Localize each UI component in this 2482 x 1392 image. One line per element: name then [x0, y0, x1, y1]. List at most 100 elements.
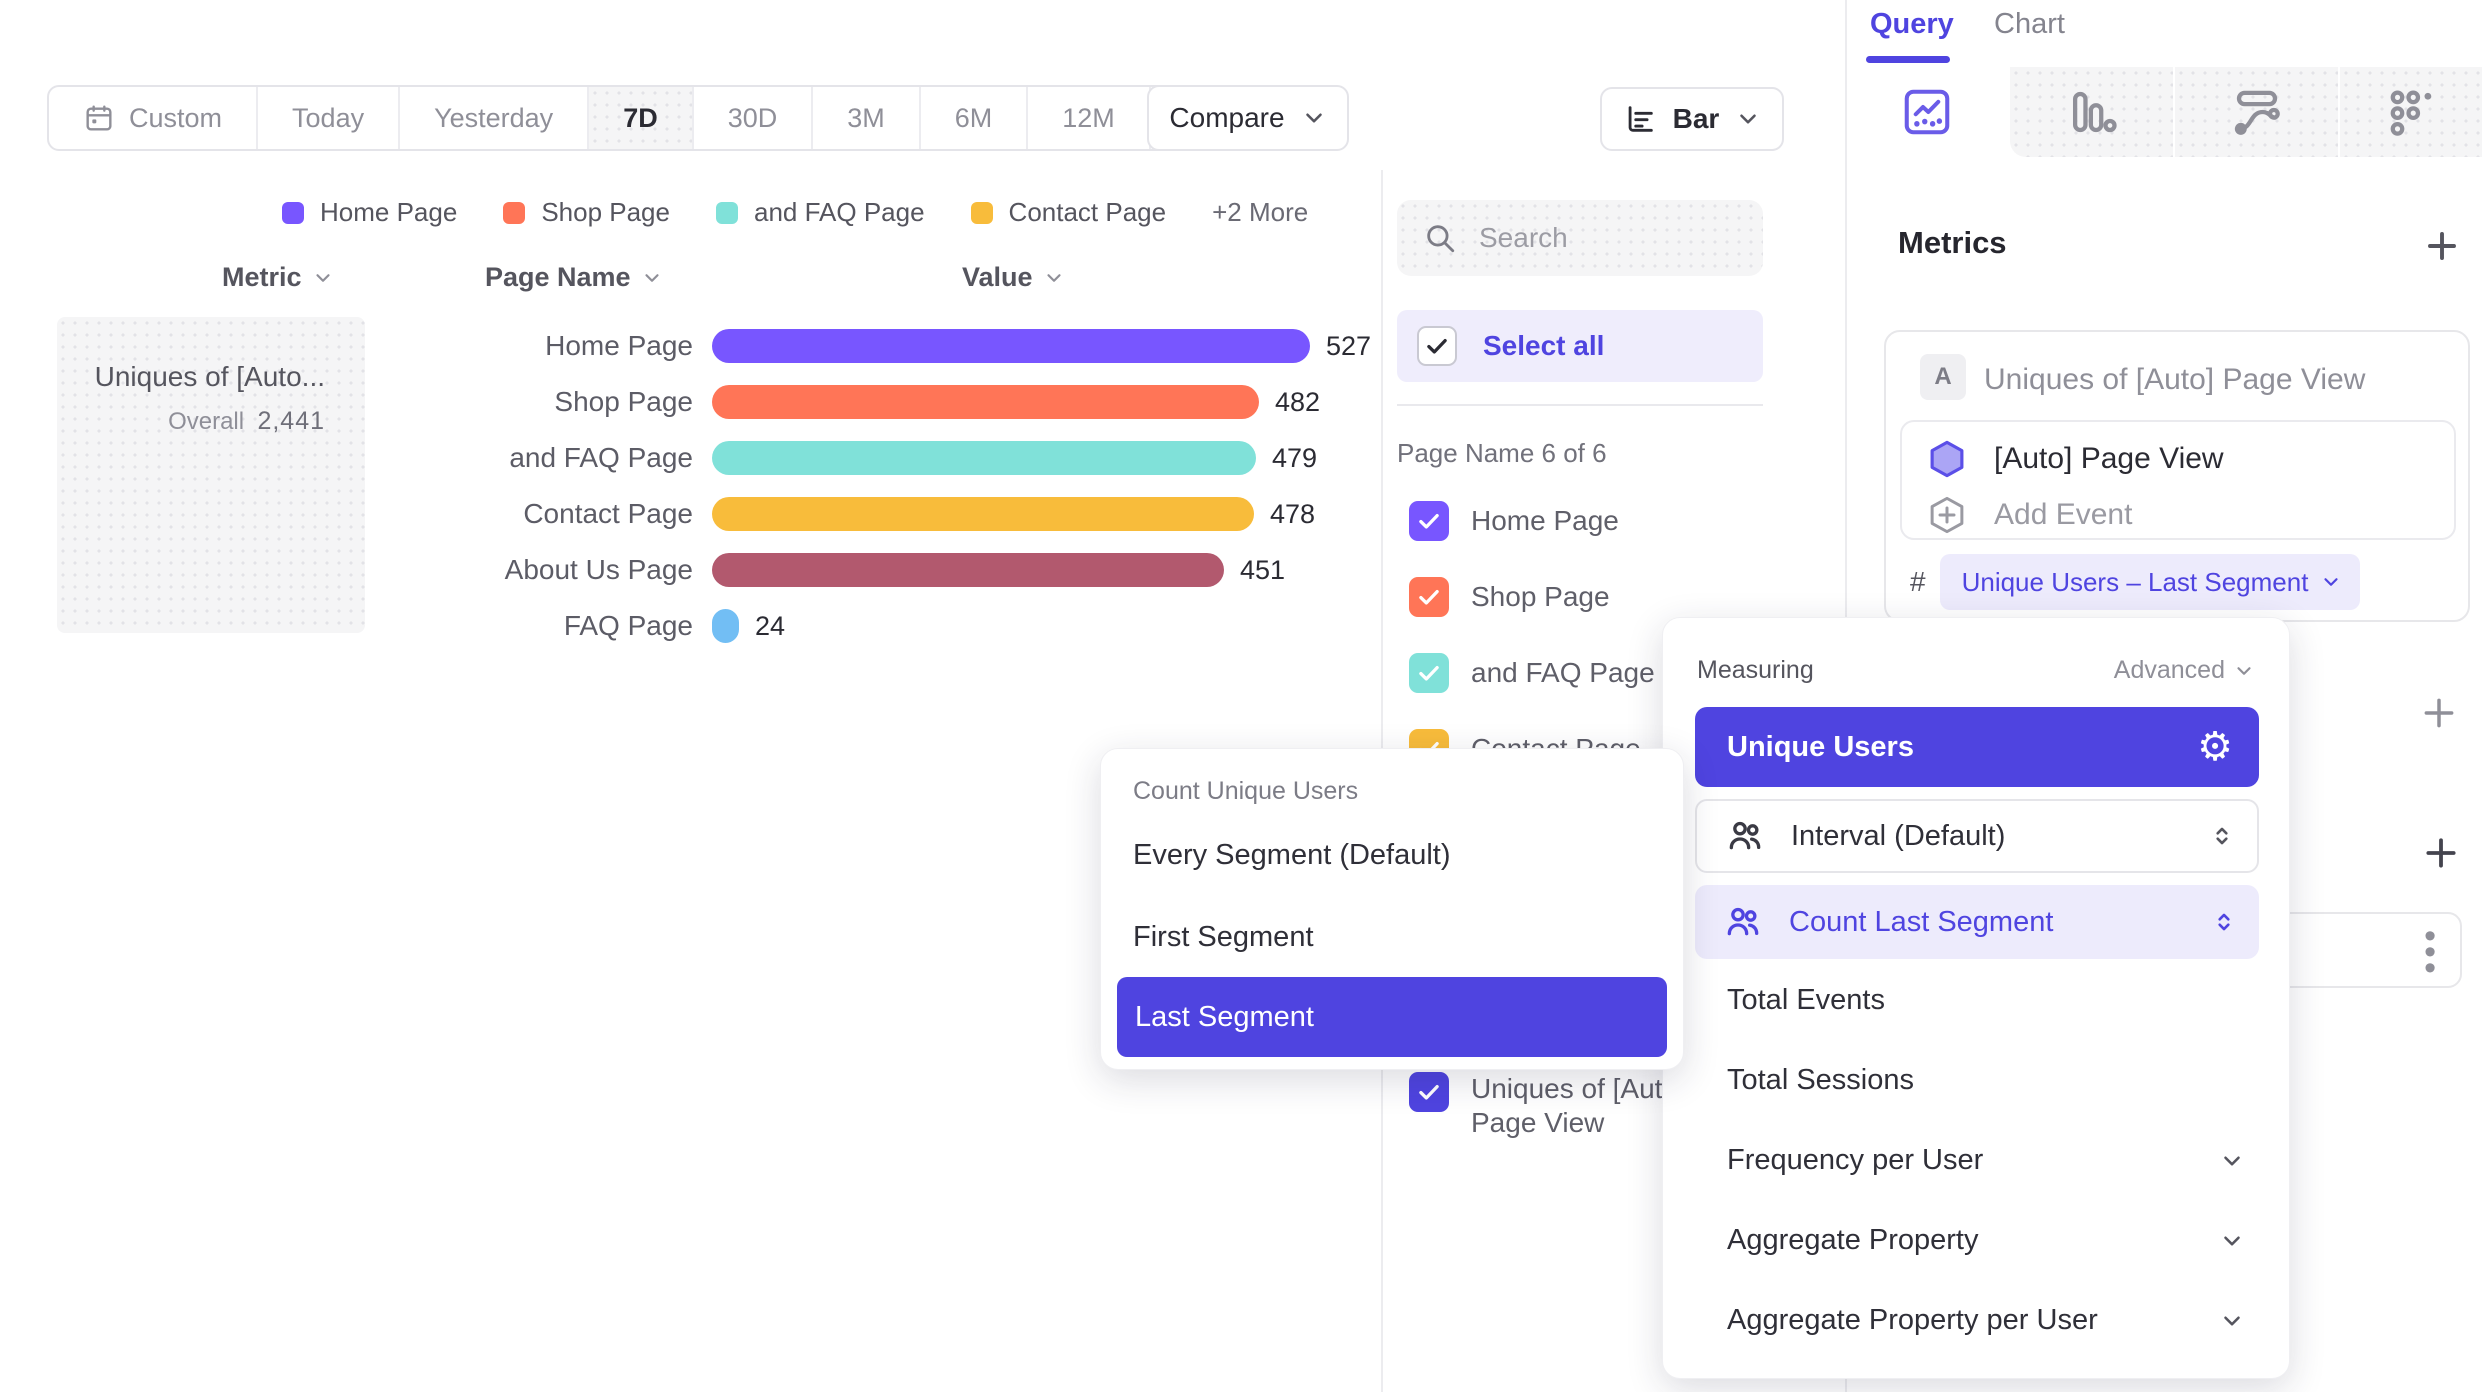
chevron-down-icon — [312, 267, 334, 289]
flows-icon — [2230, 85, 2284, 139]
tab-chart[interactable]: Chart — [1994, 8, 2065, 41]
gear-icon[interactable]: ⚙ — [2197, 727, 2233, 767]
measurement-pill-dropdown[interactable]: Unique Users – Last Segment — [1940, 554, 2361, 610]
menu-option-first-segment[interactable]: First Segment — [1133, 921, 1314, 954]
chart-legend: Home Page Shop Page and FAQ Page Contact… — [282, 197, 1308, 228]
chevron-down-icon — [2219, 1228, 2245, 1254]
option-aggregate-property-per-user[interactable]: Aggregate Property per User — [1727, 1304, 2245, 1337]
legend-item[interactable]: Contact Page — [971, 197, 1167, 228]
option-total-events[interactable]: Total Events — [1727, 984, 1885, 1017]
table-row: Shop Page 482 — [0, 374, 1380, 430]
date-range-7d-selected[interactable]: 7D — [589, 87, 694, 149]
app-window: Custom Today Yesterday 7D 30D 3M 6M 12M … — [0, 0, 2482, 1392]
column-header-value[interactable]: Value — [962, 262, 1065, 293]
unique-users-selected-option[interactable]: Unique Users ⚙ — [1695, 707, 2259, 787]
users-icon — [1725, 816, 1765, 856]
count-unique-users-menu: Count Unique Users Every Segment (Defaul… — [1100, 748, 1684, 1070]
event-hexagon-icon — [1926, 438, 1968, 480]
report-type-funnels[interactable] — [2010, 67, 2173, 157]
measuring-menu: Measuring Advanced Unique Users ⚙ Interv… — [1662, 617, 2290, 1379]
funnel-bars-icon — [2065, 85, 2119, 139]
table-row: About Us Page 451 — [0, 542, 1380, 598]
date-range-3m[interactable]: 3M — [813, 87, 921, 149]
menu-option-last-segment-selected[interactable]: Last Segment — [1117, 977, 1667, 1057]
check-icon — [1424, 333, 1450, 359]
add-metric-button[interactable] — [2424, 228, 2460, 264]
table-row: and FAQ Page 479 — [0, 430, 1380, 486]
option-aggregate-property[interactable]: Aggregate Property — [1727, 1224, 2245, 1257]
insights-line-chart-icon — [1900, 85, 1954, 139]
metric-card-title: Uniques of [Auto] Page View — [1984, 363, 2365, 397]
bar-faq-page[interactable] — [712, 609, 739, 643]
compare-button[interactable]: Compare — [1147, 85, 1349, 151]
date-range-30d[interactable]: 30D — [694, 87, 814, 149]
checkbox-checked[interactable] — [1409, 1072, 1449, 1112]
divider — [1397, 404, 1763, 406]
date-range-segmented-control: Custom Today Yesterday 7D 30D 3M 6M 12M … — [47, 85, 1311, 151]
legend-swatch — [282, 202, 304, 224]
chevron-down-icon — [2320, 571, 2342, 593]
count-last-segment-row[interactable]: Count Last Segment — [1695, 885, 2259, 959]
chevron-down-icon — [1301, 105, 1327, 131]
filter-group-label: Page Name 6 of 6 — [1397, 438, 1607, 469]
metric-card: A Uniques of [Auto] Page View [Auto] Pag… — [1884, 330, 2470, 622]
bar-contact-page[interactable] — [712, 497, 1254, 531]
chevron-down-icon — [2219, 1308, 2245, 1334]
checkbox-checked[interactable] — [1409, 653, 1449, 693]
check-icon — [1416, 584, 1442, 610]
sort-updown-icon — [2209, 823, 2235, 849]
date-range-today[interactable]: Today — [258, 87, 400, 149]
sort-updown-icon — [2211, 909, 2237, 935]
date-range-12m[interactable]: 12M — [1028, 87, 1151, 149]
chevron-down-icon — [1043, 267, 1065, 289]
metric-letter-badge: A — [1920, 354, 1966, 400]
legend-item[interactable]: and FAQ Page — [716, 197, 925, 228]
kebab-menu-icon[interactable]: ••• — [2424, 928, 2436, 976]
legend-more[interactable]: +2 More — [1212, 197, 1308, 228]
select-all-row[interactable]: Select all — [1397, 310, 1763, 382]
interval-default-row[interactable]: Interval (Default) — [1695, 799, 2259, 873]
measuring-title: Measuring — [1697, 656, 1814, 685]
add-filter-button[interactable] — [2420, 694, 2458, 732]
option-frequency-per-user[interactable]: Frequency per User — [1727, 1144, 2245, 1177]
date-range-6m[interactable]: 6M — [921, 87, 1029, 149]
bar-shop-page[interactable] — [712, 385, 1259, 419]
users-icon — [1723, 902, 1763, 942]
date-range-yesterday[interactable]: Yesterday — [400, 87, 589, 149]
search-input[interactable]: Search — [1397, 200, 1763, 276]
filter-item-home-page[interactable]: Home Page — [1397, 493, 1763, 549]
select-all-checkbox[interactable] — [1417, 326, 1457, 366]
column-header-page-name[interactable]: Page Name — [485, 262, 663, 293]
checkbox-checked[interactable] — [1409, 577, 1449, 617]
event-row[interactable]: [Auto] Page View — [1926, 438, 2224, 480]
metrics-heading: Metrics — [1898, 225, 2007, 261]
tab-query[interactable]: Query — [1870, 8, 1954, 41]
add-breakdown-button[interactable] — [2422, 834, 2460, 872]
chevron-down-icon — [1735, 106, 1761, 132]
chart-type-dropdown[interactable]: Bar — [1600, 87, 1784, 151]
check-icon — [1416, 508, 1442, 534]
legend-item[interactable]: Shop Page — [503, 197, 670, 228]
bar-home-page[interactable] — [712, 329, 1310, 363]
report-type-retention[interactable] — [2340, 67, 2482, 157]
search-icon — [1423, 221, 1457, 255]
date-range-custom[interactable]: Custom — [49, 87, 258, 149]
legend-item[interactable]: Home Page — [282, 197, 457, 228]
table-row: FAQ Page 24 — [0, 598, 1380, 654]
add-event-button[interactable]: Add Event — [1926, 494, 2132, 536]
report-type-flows[interactable] — [2175, 67, 2338, 157]
hash-symbol: # — [1910, 566, 1926, 598]
chevron-down-icon — [641, 267, 663, 289]
option-total-sessions[interactable]: Total Sessions — [1727, 1064, 1914, 1097]
checkbox-checked[interactable] — [1409, 501, 1449, 541]
advanced-dropdown[interactable]: Advanced — [2114, 656, 2255, 685]
legend-swatch — [971, 202, 993, 224]
date-range-custom-label: Custom — [129, 103, 222, 134]
retention-dots-icon — [2384, 85, 2438, 139]
bar-and-faq-page[interactable] — [712, 441, 1256, 475]
bar-about-us-page[interactable] — [712, 553, 1224, 587]
horizontal-bar-chart-icon — [1623, 102, 1657, 136]
column-header-metric[interactable]: Metric — [222, 262, 334, 293]
menu-option-every-segment[interactable]: Every Segment (Default) — [1133, 839, 1451, 872]
report-type-insights-active[interactable] — [1847, 67, 2006, 157]
